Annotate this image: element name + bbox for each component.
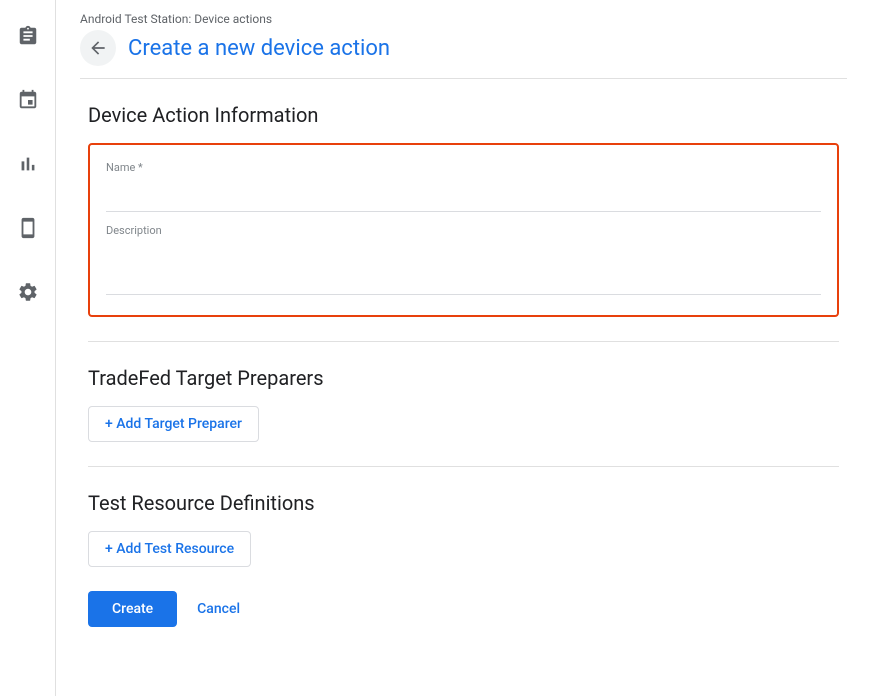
sidebar [0, 0, 56, 696]
device-action-info-title: Device Action Information [88, 103, 839, 127]
sidebar-item-calendar[interactable] [8, 80, 48, 120]
section-divider-1 [88, 341, 839, 342]
description-input[interactable] [106, 239, 821, 295]
test-resource-title: Test Resource Definitions [88, 491, 839, 515]
name-label: Name * [106, 161, 821, 174]
tradefed-section: TradeFed Target Preparers + Add Target P… [88, 366, 839, 442]
page-title: Create a new device action [128, 36, 390, 61]
add-test-resource-button[interactable]: + Add Test Resource [88, 531, 251, 567]
breadcrumb: Android Test Station: Device actions [80, 12, 847, 26]
description-label: Description [106, 224, 821, 237]
sidebar-item-settings[interactable] [8, 272, 48, 312]
header: Android Test Station: Device actions Cre… [56, 0, 871, 79]
add-target-preparer-button[interactable]: + Add Target Preparer [88, 406, 259, 442]
back-button[interactable] [80, 30, 116, 66]
form-fields-container: Name * Description [88, 143, 839, 317]
section-divider-2 [88, 466, 839, 467]
name-field: Name * [106, 161, 821, 212]
name-input[interactable] [106, 176, 821, 212]
main-content: Android Test Station: Device actions Cre… [56, 0, 871, 696]
test-resource-section: Test Resource Definitions + Add Test Res… [88, 491, 839, 567]
sidebar-item-analytics[interactable] [8, 144, 48, 184]
sidebar-item-phone[interactable] [8, 208, 48, 248]
cancel-button[interactable]: Cancel [185, 591, 252, 627]
action-row: Create Cancel [88, 591, 839, 627]
create-button[interactable]: Create [88, 591, 177, 627]
device-action-info-section: Device Action Information Name * Descrip… [88, 103, 839, 317]
tradefed-title: TradeFed Target Preparers [88, 366, 839, 390]
page-title-row: Create a new device action [80, 30, 847, 66]
sidebar-item-clipboard[interactable] [8, 16, 48, 56]
content-area: Device Action Information Name * Descrip… [56, 79, 871, 651]
description-field: Description [106, 224, 821, 299]
